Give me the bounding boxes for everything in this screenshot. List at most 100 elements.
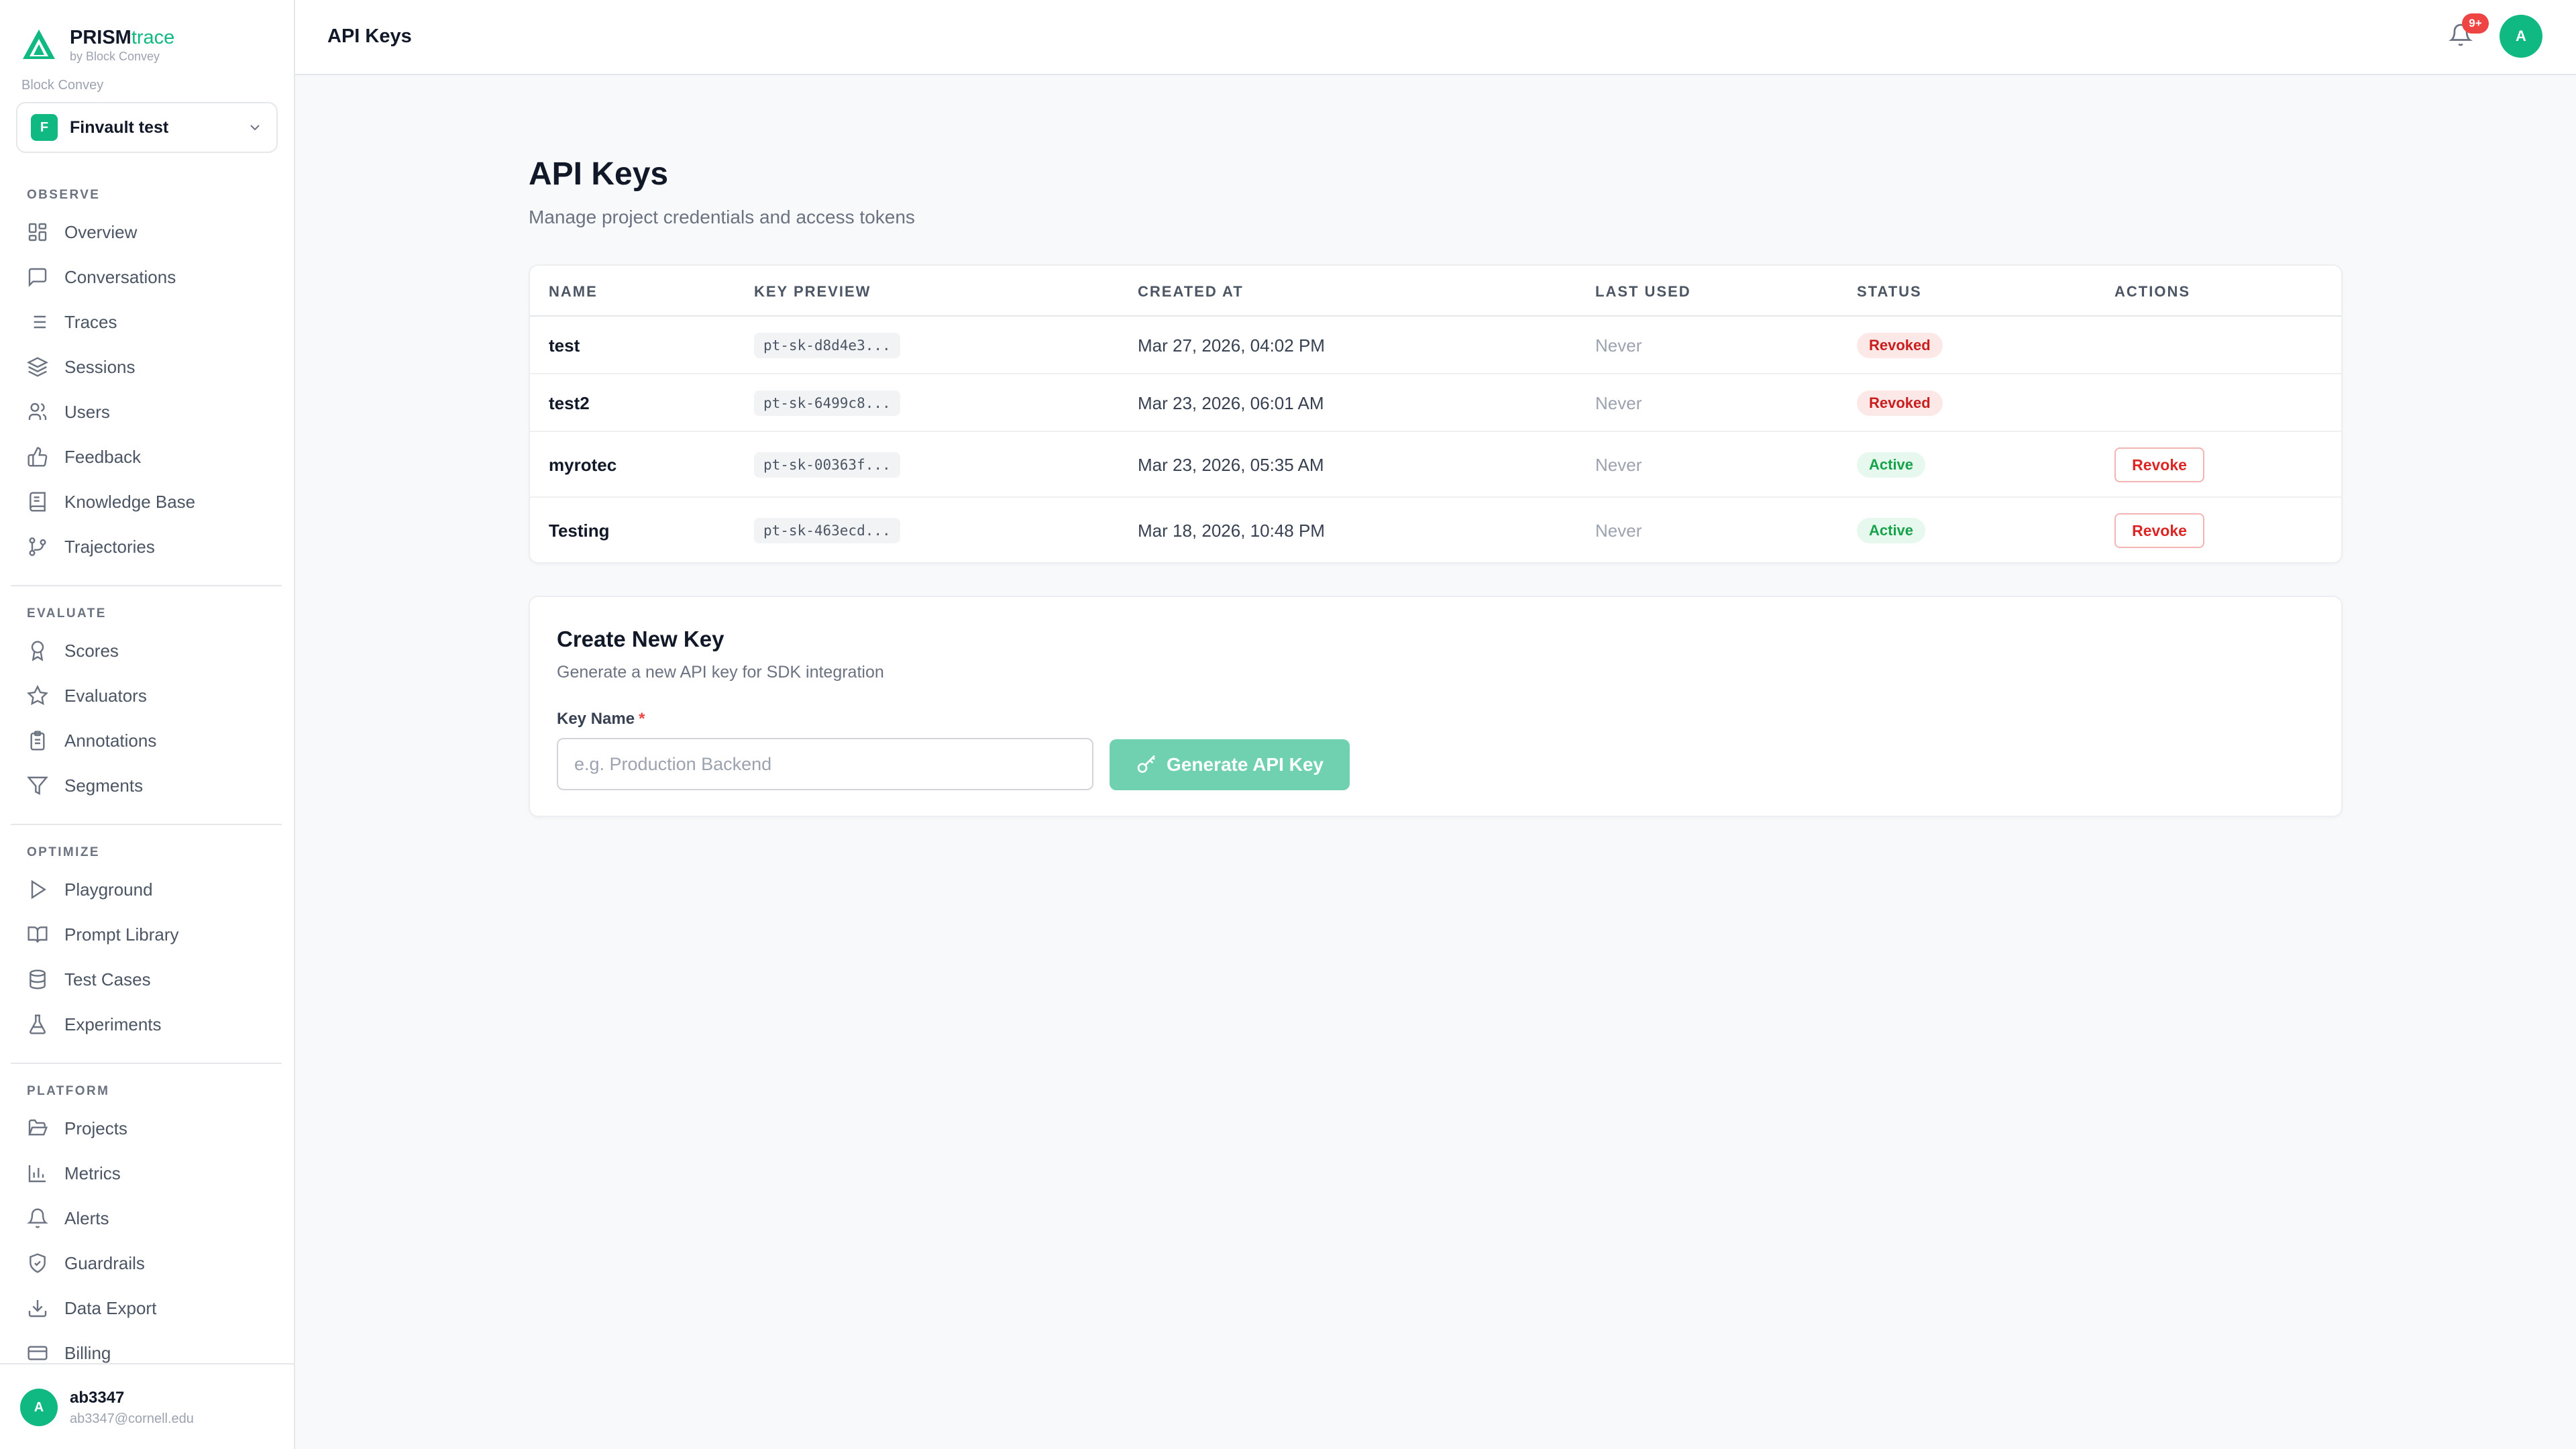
brand-subtitle: by Block Convey — [70, 50, 160, 63]
user-email: ab3347@cornell.edu — [70, 1411, 194, 1426]
key-preview: pt-sk-6499c8... — [754, 390, 900, 416]
sidebar-item-label: Guardrails — [64, 1252, 145, 1273]
api-keys-table: NAME KEY PREVIEW CREATED AT LAST USED ST… — [529, 264, 2343, 564]
brand-name-prefix: PRISM — [70, 27, 131, 48]
sidebar-item-label: Evaluators — [64, 685, 147, 706]
created-at: Mar 23, 2026, 05:35 AM — [1138, 455, 1324, 475]
sidebar-item-trajectories[interactable]: Trajectories — [27, 532, 282, 561]
last-used: Never — [1595, 335, 1642, 356]
sidebar-divider — [11, 824, 282, 825]
sidebar-item-guardrails[interactable]: Guardrails — [27, 1248, 282, 1278]
sidebar-item-label: Feedback — [64, 446, 142, 467]
section-label-optimize: OPTIMIZE — [27, 845, 100, 859]
sidebar-item-label: Overview — [64, 221, 138, 242]
brand[interactable]: PRISMtrace by Block Convey — [21, 25, 174, 63]
notification-badge: 9+ — [2462, 13, 2489, 34]
key-preview: pt-sk-d8d4e3... — [754, 333, 900, 358]
column-header-name: NAME — [549, 283, 598, 300]
sidebar-item-prompt-library[interactable]: Prompt Library — [27, 920, 282, 949]
brand-name-suffix: trace — [131, 27, 175, 48]
sidebar-item-label: Alerts — [64, 1208, 109, 1228]
user-avatar: A — [20, 1389, 58, 1426]
column-header-status: STATUS — [1857, 283, 1922, 300]
download-icon — [28, 1300, 47, 1318]
sidebar-item-knowledge-base[interactable]: Knowledge Base — [27, 487, 282, 517]
sidebar-item-evaluators[interactable]: Evaluators — [27, 681, 282, 710]
sidebar-item-data-export[interactable]: Data Export — [27, 1293, 282, 1323]
filter-icon — [27, 776, 48, 795]
create-key-card: Create New Key Generate a new API key fo… — [529, 596, 2343, 817]
sidebar-item-overview[interactable]: Overview — [27, 217, 282, 247]
create-key-title: Create New Key — [557, 627, 724, 651]
sidebar-item-label: Test Cases — [64, 969, 151, 989]
sidebar-item-label: Annotations — [64, 730, 157, 751]
project-name: Finvault test — [70, 117, 169, 137]
book-icon — [30, 492, 46, 512]
revoke-button[interactable]: Revoke — [2114, 447, 2204, 482]
sidebar-item-traces[interactable]: Traces — [27, 307, 282, 337]
sidebar-item-metrics[interactable]: Metrics — [27, 1159, 282, 1188]
avatar[interactable]: A — [2500, 15, 2542, 58]
message-square-icon — [28, 268, 47, 287]
star-icon — [27, 685, 48, 706]
sidebar-item-scores[interactable]: Scores — [27, 636, 282, 665]
sidebar-item-label: Data Export — [64, 1297, 157, 1318]
generate-api-key-button[interactable]: Generate API Key — [1110, 739, 1350, 790]
sidebar-item-label: Prompt Library — [64, 924, 179, 945]
sidebar-item-experiments[interactable]: Experiments — [27, 1010, 282, 1039]
project-selector[interactable]: F Finvault test — [16, 102, 278, 153]
git-branch-icon — [29, 537, 46, 556]
bar-chart-icon — [28, 1165, 46, 1183]
key-name-input[interactable] — [557, 738, 1093, 790]
last-used: Never — [1595, 455, 1642, 475]
sidebar-item-label: Billing — [64, 1342, 111, 1363]
sidebar-item-label: Metrics — [64, 1163, 121, 1183]
sidebar-item-sessions[interactable]: Sessions — [27, 352, 282, 382]
created-at: Mar 23, 2026, 06:01 AM — [1138, 393, 1324, 413]
topbar: API Keys 9+ A — [295, 0, 2576, 75]
sidebar-item-test-cases[interactable]: Test Cases — [27, 965, 282, 994]
list-icon — [30, 315, 46, 329]
sidebar-item-feedback[interactable]: Feedback — [27, 442, 282, 472]
key-name: test2 — [549, 393, 590, 413]
sidebar-item-label: Conversations — [64, 266, 176, 287]
thumbs-up-icon — [28, 447, 48, 467]
key-name-label: Key Name * — [557, 710, 645, 729]
user-profile[interactable]: A ab3347 ab3347@cornell.edu — [0, 1363, 294, 1449]
database-icon — [30, 969, 46, 989]
revoke-button[interactable]: Revoke — [2114, 513, 2204, 548]
column-header-last-used: LAST USED — [1595, 283, 1691, 300]
notifications-button[interactable]: 9+ — [2449, 13, 2489, 52]
user-name: ab3347 — [70, 1389, 125, 1407]
shield-check-icon — [30, 1253, 46, 1273]
folder-open-icon — [28, 1119, 48, 1136]
table-row: Testing pt-sk-463ecd... Mar 18, 2026, 10… — [530, 498, 2341, 562]
status-badge: Revoked — [1857, 333, 1943, 358]
sidebar-item-alerts[interactable]: Alerts — [27, 1203, 282, 1233]
sidebar-item-segments[interactable]: Segments — [27, 771, 282, 800]
sidebar-item-playground[interactable]: Playground — [27, 875, 282, 904]
column-header-actions: ACTIONS — [2114, 283, 2190, 300]
sidebar-item-projects[interactable]: Projects — [27, 1114, 282, 1143]
sidebar-item-label: Playground — [64, 879, 153, 900]
brand-name: PRISMtrace — [70, 25, 174, 50]
award-icon — [31, 641, 44, 661]
prism-logo-icon — [23, 30, 55, 59]
clipboard-icon — [30, 731, 45, 751]
sidebar-item-users[interactable]: Users — [27, 397, 282, 427]
sidebar-item-label: Traces — [64, 311, 117, 332]
sidebar: PRISMtrace by Block Convey Block Convey … — [0, 0, 295, 1449]
sidebar-divider — [11, 1063, 282, 1064]
key-name: test — [549, 335, 580, 356]
last-used: Never — [1595, 521, 1642, 541]
sidebar-item-annotations[interactable]: Annotations — [27, 726, 282, 755]
key-preview: pt-sk-463ecd... — [754, 518, 900, 543]
table-row: myrotec pt-sk-00363f... Mar 23, 2026, 05… — [530, 432, 2341, 498]
project-badge: F — [31, 114, 58, 141]
sidebar-item-label: Sessions — [64, 356, 136, 377]
users-icon — [28, 402, 47, 420]
sidebar-item-conversations[interactable]: Conversations — [27, 262, 282, 292]
column-header-created-at: CREATED AT — [1138, 283, 1244, 300]
sidebar-item-label: Projects — [64, 1118, 127, 1138]
section-label-evaluate: EVALUATE — [27, 606, 107, 621]
